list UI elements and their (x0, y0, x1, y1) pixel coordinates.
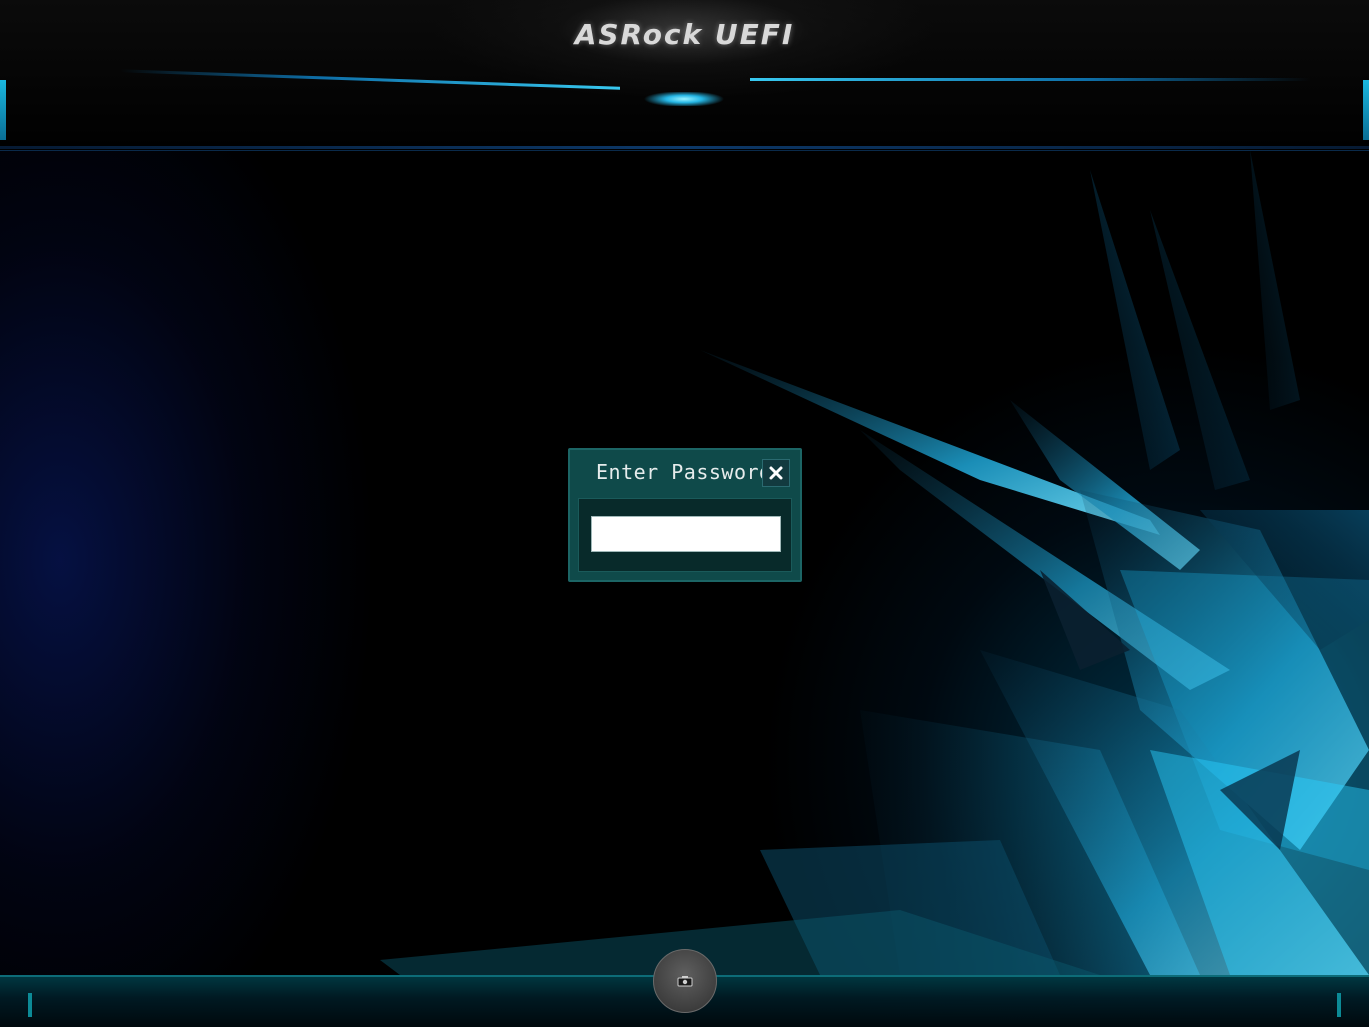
footer-tab-right (1337, 993, 1341, 1017)
close-icon (769, 466, 783, 480)
header-accent-line-right (750, 78, 1310, 81)
header-divider (0, 146, 1369, 149)
password-dialog: Enter Password (568, 448, 802, 582)
screenshot-button[interactable] (653, 949, 717, 1013)
close-button[interactable] (762, 459, 790, 487)
header-bar: ASRock UEFI (0, 0, 1369, 151)
side-tab-right (1363, 80, 1369, 140)
dialog-body (578, 498, 792, 572)
side-tab-left (0, 80, 6, 140)
uefi-screen: ASRock UEFI Enter Password (0, 0, 1369, 1027)
asrock-uefi-logo: ASRock UEFI (574, 18, 795, 51)
camera-icon (677, 976, 693, 987)
dialog-title: Enter Password (596, 460, 772, 484)
footer-tab-left (28, 993, 32, 1017)
header-center-notch (644, 92, 724, 106)
password-input[interactable] (591, 516, 781, 552)
